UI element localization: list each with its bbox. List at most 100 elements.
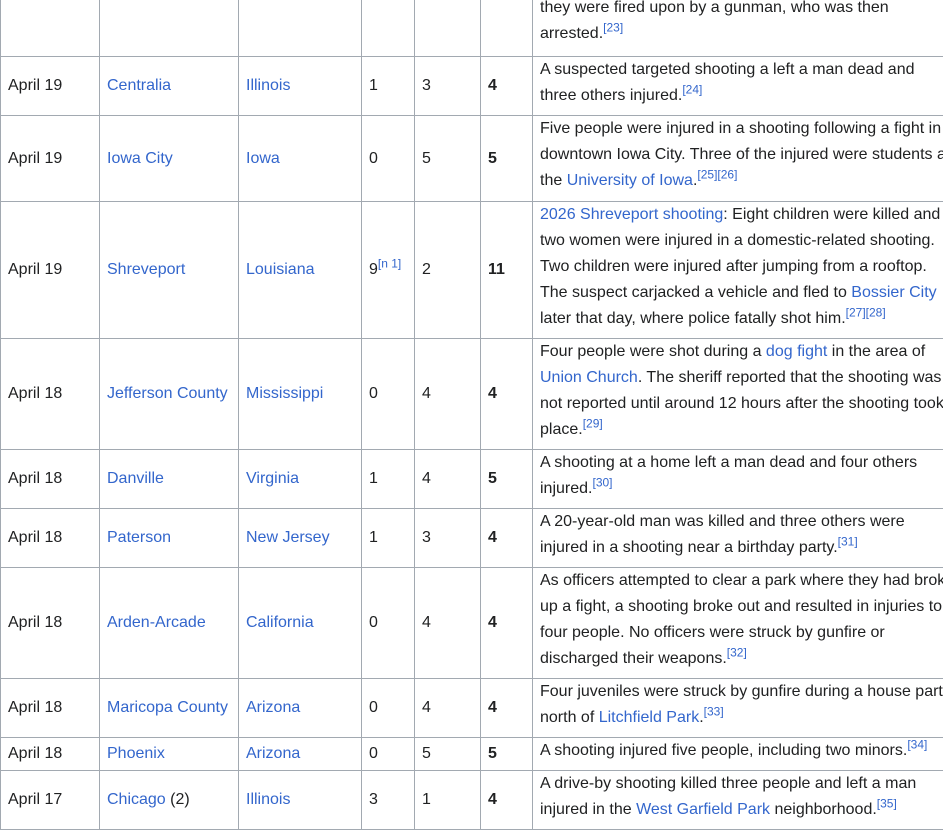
date-cell: April 18 [0, 567, 100, 679]
date-cell: April 18 [0, 737, 100, 771]
citation-link[interactable]: [23] [603, 21, 623, 35]
city-link[interactable]: Centralia [107, 77, 171, 94]
city-link[interactable]: Shreveport [107, 261, 185, 278]
date-text: April 18 [8, 699, 63, 716]
total-cell: 5 [480, 737, 533, 771]
table-body: they were fired upon by a gunman, who wa… [0, 0, 943, 830]
dead-count: 0 [369, 149, 378, 167]
injured-count: 1 [422, 791, 431, 808]
dead-cell: 3 [361, 770, 415, 830]
description-link[interactable]: Bossier City [851, 284, 936, 301]
dead-count: 9 [369, 261, 378, 278]
total-cell: 4 [480, 338, 533, 450]
total-cell: 4 [480, 508, 533, 568]
description-link[interactable]: 2026 Shreveport shooting [540, 206, 723, 223]
state-link[interactable]: New Jersey [246, 529, 330, 546]
city-link[interactable]: Danville [107, 470, 164, 487]
footnote-ref[interactable]: [n 1] [378, 257, 401, 271]
injured-count: 4 [422, 470, 431, 487]
date-cell: April 18 [0, 678, 100, 738]
citation-link[interactable]: [24] [682, 83, 702, 97]
city-cell: Chicago (2) [99, 770, 239, 830]
total-cell: 5 [480, 115, 533, 202]
state-link[interactable]: Arizona [246, 745, 300, 762]
date-cell: April 18 [0, 508, 100, 568]
city-note: (2) [165, 791, 190, 808]
dead-count: 0 [369, 385, 378, 402]
state-link[interactable]: Illinois [246, 77, 290, 94]
table-row: April 19 Iowa City Iowa 0 5 5 Five people were… [0, 115, 943, 202]
dead-cell: 1 [361, 56, 415, 116]
table-row: April 18 Danville Virginia 1 4 5 A shooting at… [0, 449, 943, 509]
description-link[interactable]: dog fight [766, 343, 827, 360]
table-row: April 18 Arden-Arcade California 0 4 4 As offi… [0, 567, 943, 679]
state-link[interactable]: Arizona [246, 699, 300, 716]
city-link[interactable]: Iowa City [107, 150, 173, 167]
date-cell: April 17 [0, 770, 100, 830]
state-link[interactable]: Iowa [246, 150, 280, 167]
table-row: April 18 Maricopa County Arizona 0 4 4 Four ju… [0, 678, 943, 738]
city-link[interactable]: Paterson [107, 529, 171, 546]
state-link[interactable]: Louisiana [246, 261, 315, 278]
injured-cell: 2 [414, 201, 481, 339]
city-cell: Danville [99, 449, 239, 509]
state-link[interactable]: Illinois [246, 791, 290, 808]
table-row: April 18 Paterson New Jersey 1 3 4 A 20-year-o… [0, 508, 943, 568]
total-cell: 5 [480, 449, 533, 509]
dead-cell: 9[n 1] [361, 201, 415, 339]
description-link[interactable]: Union Church [540, 369, 638, 386]
citation-link[interactable]: [32] [727, 646, 747, 660]
total-count: 4 [488, 699, 497, 716]
description-link[interactable]: Litchfield Park [599, 709, 700, 726]
injured-count: 4 [422, 385, 431, 402]
total-count: 4 [488, 614, 497, 631]
city-link[interactable]: Chicago [107, 791, 166, 808]
description-cell: A suspected targeted shooting a left a m… [532, 56, 943, 116]
state-cell: California [238, 567, 362, 679]
description-text: they were fired upon by a gunman, who wa… [540, 0, 889, 42]
dead-cell: 0 [361, 567, 415, 679]
citation-link[interactable]: [29] [583, 417, 603, 431]
description-cell: A drive-by shooting killed three people … [532, 770, 943, 830]
citation-link[interactable]: [35] [877, 797, 897, 811]
city-link[interactable]: Jefferson County [107, 385, 228, 402]
date-text: April 18 [8, 745, 63, 762]
dead-cell: 0 [361, 115, 415, 202]
footnote-link[interactable]: [n 1] [378, 257, 401, 271]
citation-link[interactable]: [33] [704, 705, 724, 719]
city-cell: Centralia [99, 56, 239, 116]
state-link[interactable]: California [246, 614, 314, 631]
total-cell: 4 [480, 567, 533, 679]
city-link[interactable]: Maricopa County [107, 699, 228, 716]
citation-link[interactable]: [30] [592, 476, 612, 490]
injured-cell: 4 [414, 567, 481, 679]
injured-cell: 3 [414, 56, 481, 116]
city-link[interactable]: Arden-Arcade [107, 614, 206, 631]
city-cell: Shreveport [99, 201, 239, 339]
description-link[interactable]: University of Iowa [567, 172, 693, 189]
date-text: April 18 [8, 470, 63, 487]
state-cell: Illinois [238, 770, 362, 830]
city-cell: Iowa City [99, 115, 239, 202]
description-cell: they were fired upon by a gunman, who wa… [532, 0, 943, 57]
citation-link[interactable]: [25][26] [697, 168, 737, 182]
citation-link[interactable]: [31] [838, 535, 858, 549]
state-link[interactable]: Mississippi [246, 385, 323, 402]
table-row: April 19 Shreveport Louisiana 9[n 1] 2 11 2026… [0, 201, 943, 339]
date-cell: April 19 [0, 56, 100, 116]
state-link[interactable]: Virginia [246, 470, 299, 487]
citation-link[interactable]: [34] [907, 738, 927, 752]
table-row: April 19 Centralia Illinois 1 3 4 A suspected … [0, 56, 943, 116]
city-link[interactable]: Phoenix [107, 745, 165, 762]
citation-link[interactable]: [27][28] [846, 306, 886, 320]
total-cell: 4 [480, 678, 533, 738]
dead-count: 1 [369, 77, 378, 94]
description-cell: As officers attempted to clear a park wh… [532, 567, 943, 679]
date-cell [0, 0, 100, 57]
state-cell: New Jersey [238, 508, 362, 568]
description-text: Four people were shot during a [540, 343, 766, 360]
description-link[interactable]: West Garfield Park [636, 801, 770, 818]
total-cell: 4 [480, 56, 533, 116]
city-cell: Arden-Arcade [99, 567, 239, 679]
dead-cell: 1 [361, 508, 415, 568]
